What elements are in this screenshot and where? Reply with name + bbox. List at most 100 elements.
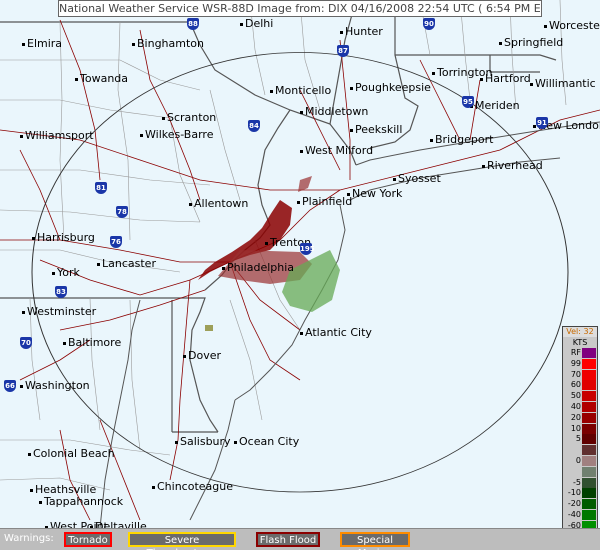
city-label: Williamsport	[20, 130, 94, 142]
interstate-shield-icon: 90	[423, 18, 435, 30]
city-label: Delhi	[240, 18, 273, 30]
city-label: Philadelphia	[222, 262, 294, 274]
city-label: Hartford	[480, 73, 531, 85]
city-name: Tappahannock	[44, 495, 124, 508]
legend-entry-label: 70	[570, 369, 581, 379]
city-name: Philadelphia	[227, 261, 295, 274]
city-label: Washington	[20, 380, 90, 392]
city-dot-icon	[22, 310, 25, 314]
interstate-shield-icon: 95	[462, 96, 474, 108]
city-dot-icon	[297, 200, 300, 204]
city-dot-icon	[350, 86, 353, 90]
city-name: Peekskill	[355, 123, 403, 136]
city-name: Bridgeport	[435, 133, 494, 146]
city-label: Lancaster	[97, 258, 156, 270]
city-label: Atlantic City	[300, 327, 372, 339]
city-dot-icon	[20, 384, 23, 388]
city-dot-icon	[432, 71, 435, 75]
legend-entry: 99	[563, 358, 597, 370]
city-label: Colonial Beach	[28, 448, 115, 460]
city-dot-icon	[393, 177, 396, 181]
city-label: Westminster	[22, 306, 96, 318]
legend-entry-label: 40	[570, 401, 581, 411]
interstate-shield-icon: 88	[187, 18, 199, 30]
city-label: Willimantic	[530, 78, 596, 90]
city-label: Allentown	[189, 198, 248, 210]
city-name: Wilkes-Barre	[145, 128, 214, 141]
city-name: Williamsport	[25, 129, 94, 142]
legend-swatch	[582, 391, 596, 402]
city-dot-icon	[20, 134, 23, 138]
city-dot-icon	[183, 354, 186, 358]
city-label: Poughkeepsie	[350, 82, 431, 94]
city-label: Baltimore	[63, 337, 121, 349]
city-label: West Milford	[300, 145, 373, 157]
city-dot-icon	[30, 488, 33, 492]
legend-entry: 70	[563, 369, 597, 381]
city-dot-icon	[430, 138, 433, 142]
city-name: Colonial Beach	[33, 447, 115, 460]
city-name: New York	[352, 187, 403, 200]
city-dot-icon	[140, 133, 143, 137]
city-label: New York	[347, 188, 402, 200]
city-name: Ocean City	[239, 435, 300, 448]
legend-rows: RF9970605040201050-5-10-20-40-60-80-99ND	[563, 348, 597, 550]
legend-swatch	[582, 488, 596, 499]
interstate-shield-icon: 87	[337, 45, 349, 57]
legend-entry: RF	[563, 348, 597, 359]
city-dot-icon	[234, 440, 237, 444]
legend-swatch	[582, 380, 596, 391]
legend-swatch	[582, 509, 596, 520]
legend-swatch	[582, 455, 596, 466]
legend-entry: -20	[563, 499, 597, 510]
city-name: Middletown	[305, 105, 369, 118]
legend-entry-label: -10	[567, 488, 581, 498]
city-name: Hunter	[345, 25, 383, 38]
city-dot-icon	[300, 149, 303, 153]
legend-entry: 40	[563, 401, 597, 413]
city-name: Plainfield	[302, 195, 353, 208]
city-name: Salisbury	[180, 435, 231, 448]
city-dot-icon	[270, 89, 273, 93]
city-dot-icon	[97, 262, 100, 266]
legend-entry: 60	[563, 380, 597, 391]
legend-swatch	[582, 445, 596, 456]
legend-swatch	[582, 423, 596, 434]
city-label: Plainfield	[297, 196, 352, 208]
city-dot-icon	[28, 452, 31, 456]
warnings-label: Warnings:	[4, 533, 54, 544]
coastline	[99, 121, 600, 528]
legend-entry	[563, 466, 597, 478]
city-dot-icon	[52, 271, 55, 275]
legend-entry-label: 60	[570, 380, 581, 390]
legend-entry: 20	[563, 412, 597, 424]
legend-entry: -10	[563, 488, 597, 499]
city-label: Monticello	[270, 85, 331, 97]
city-name: York	[57, 266, 80, 279]
city-dot-icon	[499, 41, 502, 45]
city-label: Riverhead	[482, 160, 543, 172]
city-name: Washington	[25, 379, 90, 392]
city-dot-icon	[544, 24, 547, 28]
interstate-shield-icon: 83	[55, 286, 67, 298]
warning-flash-flood-button[interactable]: Flash Flood	[256, 532, 320, 547]
city-name: Poughkeepsie	[355, 81, 431, 94]
warning-special-marine-button[interactable]: Special Marine	[340, 532, 410, 550]
city-label: Meriden	[470, 100, 520, 112]
legend-swatch	[582, 466, 596, 477]
city-name: Springfield	[504, 36, 564, 49]
city-dot-icon	[300, 110, 303, 114]
city-dot-icon	[530, 82, 533, 86]
city-label: Binghamton	[132, 38, 204, 50]
city-dot-icon	[22, 42, 25, 46]
velocity-legend: Vel: 32 KTS RF 99 70 60 50 40 20 10 5 0 -5 -10 -20 -4…	[562, 326, 598, 550]
warning-severe-thunderstorm-button[interactable]: Severe Thunderstorm	[128, 532, 236, 550]
legend-entry-label: 50	[570, 391, 581, 401]
interstate-shield-icon: 84	[248, 120, 260, 132]
city-label: Wilkes-Barre	[140, 129, 213, 141]
legend-entry: 50	[563, 391, 597, 402]
city-dot-icon	[300, 331, 303, 335]
warning-tornado-button[interactable]: Tornado	[64, 532, 112, 547]
interstate-shield-icon: 195	[300, 243, 315, 255]
city-dot-icon	[152, 485, 155, 489]
